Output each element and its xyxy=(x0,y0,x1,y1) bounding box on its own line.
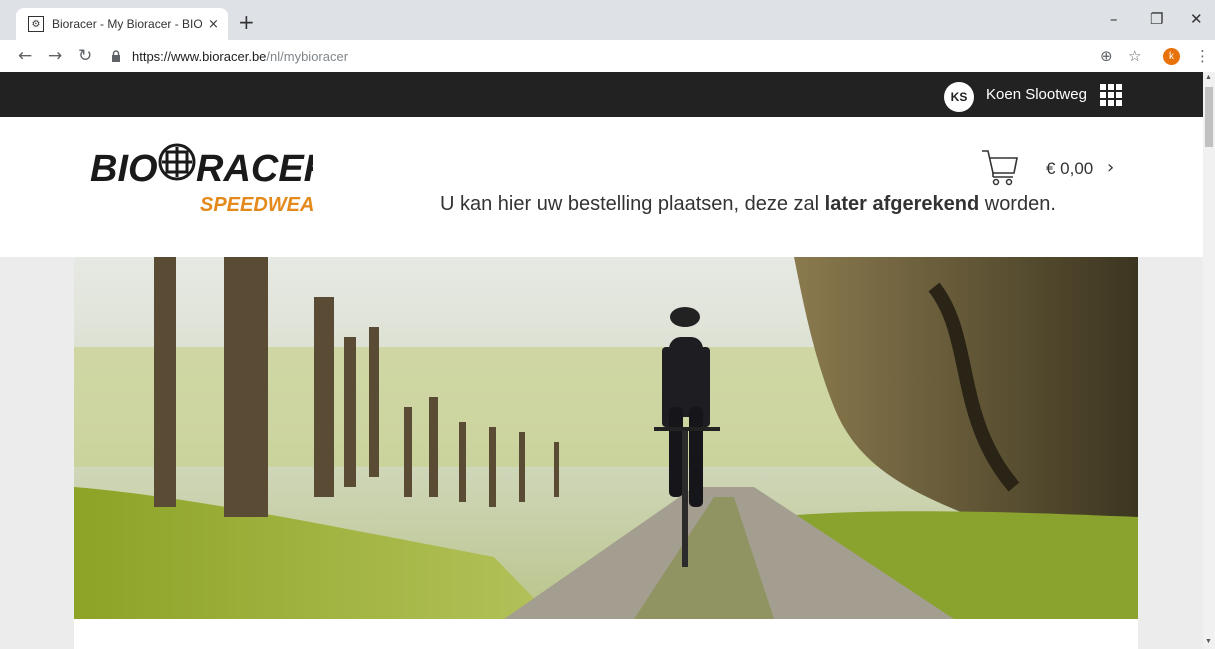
user-name[interactable]: Koen Slootweg xyxy=(986,86,1087,103)
order-info-text: U kan hier uw bestelling plaatsen, deze … xyxy=(440,193,1056,215)
menu-icon[interactable]: ⋮ xyxy=(1195,47,1210,65)
content-card xyxy=(74,619,1138,649)
tab-close-icon[interactable]: × xyxy=(208,17,219,32)
tab-title: Bioracer - My Bioracer - BIORACER xyxy=(52,17,202,31)
chevron-right-icon[interactable]: › xyxy=(1107,157,1114,178)
apps-grid-icon[interactable] xyxy=(1100,84,1122,106)
url-text: https://www.bioracer.be/nl/mybioracer xyxy=(132,48,349,64)
browser-tab-strip: ⚙ Bioracer - My Bioracer - BIORACER × + … xyxy=(0,0,1215,40)
user-avatar[interactable]: KS xyxy=(944,82,974,112)
forward-icon[interactable]: → xyxy=(48,46,62,66)
bioracer-logo[interactable]: BIO RACER SPEEDWEAR xyxy=(88,137,313,217)
hero-image-cyclist xyxy=(74,257,1138,619)
site-topbar: KS Koen Slootweg xyxy=(0,72,1203,117)
address-bar[interactable]: https://www.bioracer.be/nl/mybioracer xyxy=(110,44,1150,68)
close-window-button[interactable]: ✕ xyxy=(1190,10,1203,28)
favicon-icon: ⚙ xyxy=(28,16,44,32)
svg-text:SPEEDWEAR: SPEEDWEAR xyxy=(200,194,313,216)
back-icon[interactable]: ← xyxy=(18,46,32,66)
web-page: KS Koen Slootweg BIO RACER SPEEDWEAR € 0… xyxy=(0,72,1203,649)
lock-icon xyxy=(110,50,122,62)
scroll-thumb[interactable] xyxy=(1205,87,1213,147)
minimize-button[interactable]: – xyxy=(1110,10,1118,28)
browser-tab[interactable]: ⚙ Bioracer - My Bioracer - BIORACER × xyxy=(16,8,228,40)
reload-icon[interactable]: ↻ xyxy=(78,46,92,66)
restore-button[interactable]: ❐ xyxy=(1150,10,1163,28)
scrollbar[interactable]: ▲ ▼ xyxy=(1203,72,1215,649)
cart-amount[interactable]: € 0,00 xyxy=(1046,159,1093,179)
new-tab-button[interactable]: + xyxy=(238,12,255,32)
profile-avatar[interactable]: k xyxy=(1163,48,1180,65)
scroll-down-icon[interactable]: ▼ xyxy=(1205,638,1212,645)
browser-toolbar: ← → ↻ https://www.bioracer.be/nl/mybiora… xyxy=(0,40,1215,73)
cart-icon[interactable] xyxy=(980,147,1020,187)
zoom-icon[interactable]: ⊕ xyxy=(1100,47,1113,65)
site-header: BIO RACER SPEEDWEAR € 0,00 › U kan hier … xyxy=(0,117,1203,257)
scroll-up-icon[interactable]: ▲ xyxy=(1205,74,1212,81)
logo-emblem-icon xyxy=(158,143,196,181)
svg-text:RACER: RACER xyxy=(196,148,313,190)
svg-text:BIO: BIO xyxy=(90,148,158,190)
star-icon[interactable]: ☆ xyxy=(1128,47,1141,65)
